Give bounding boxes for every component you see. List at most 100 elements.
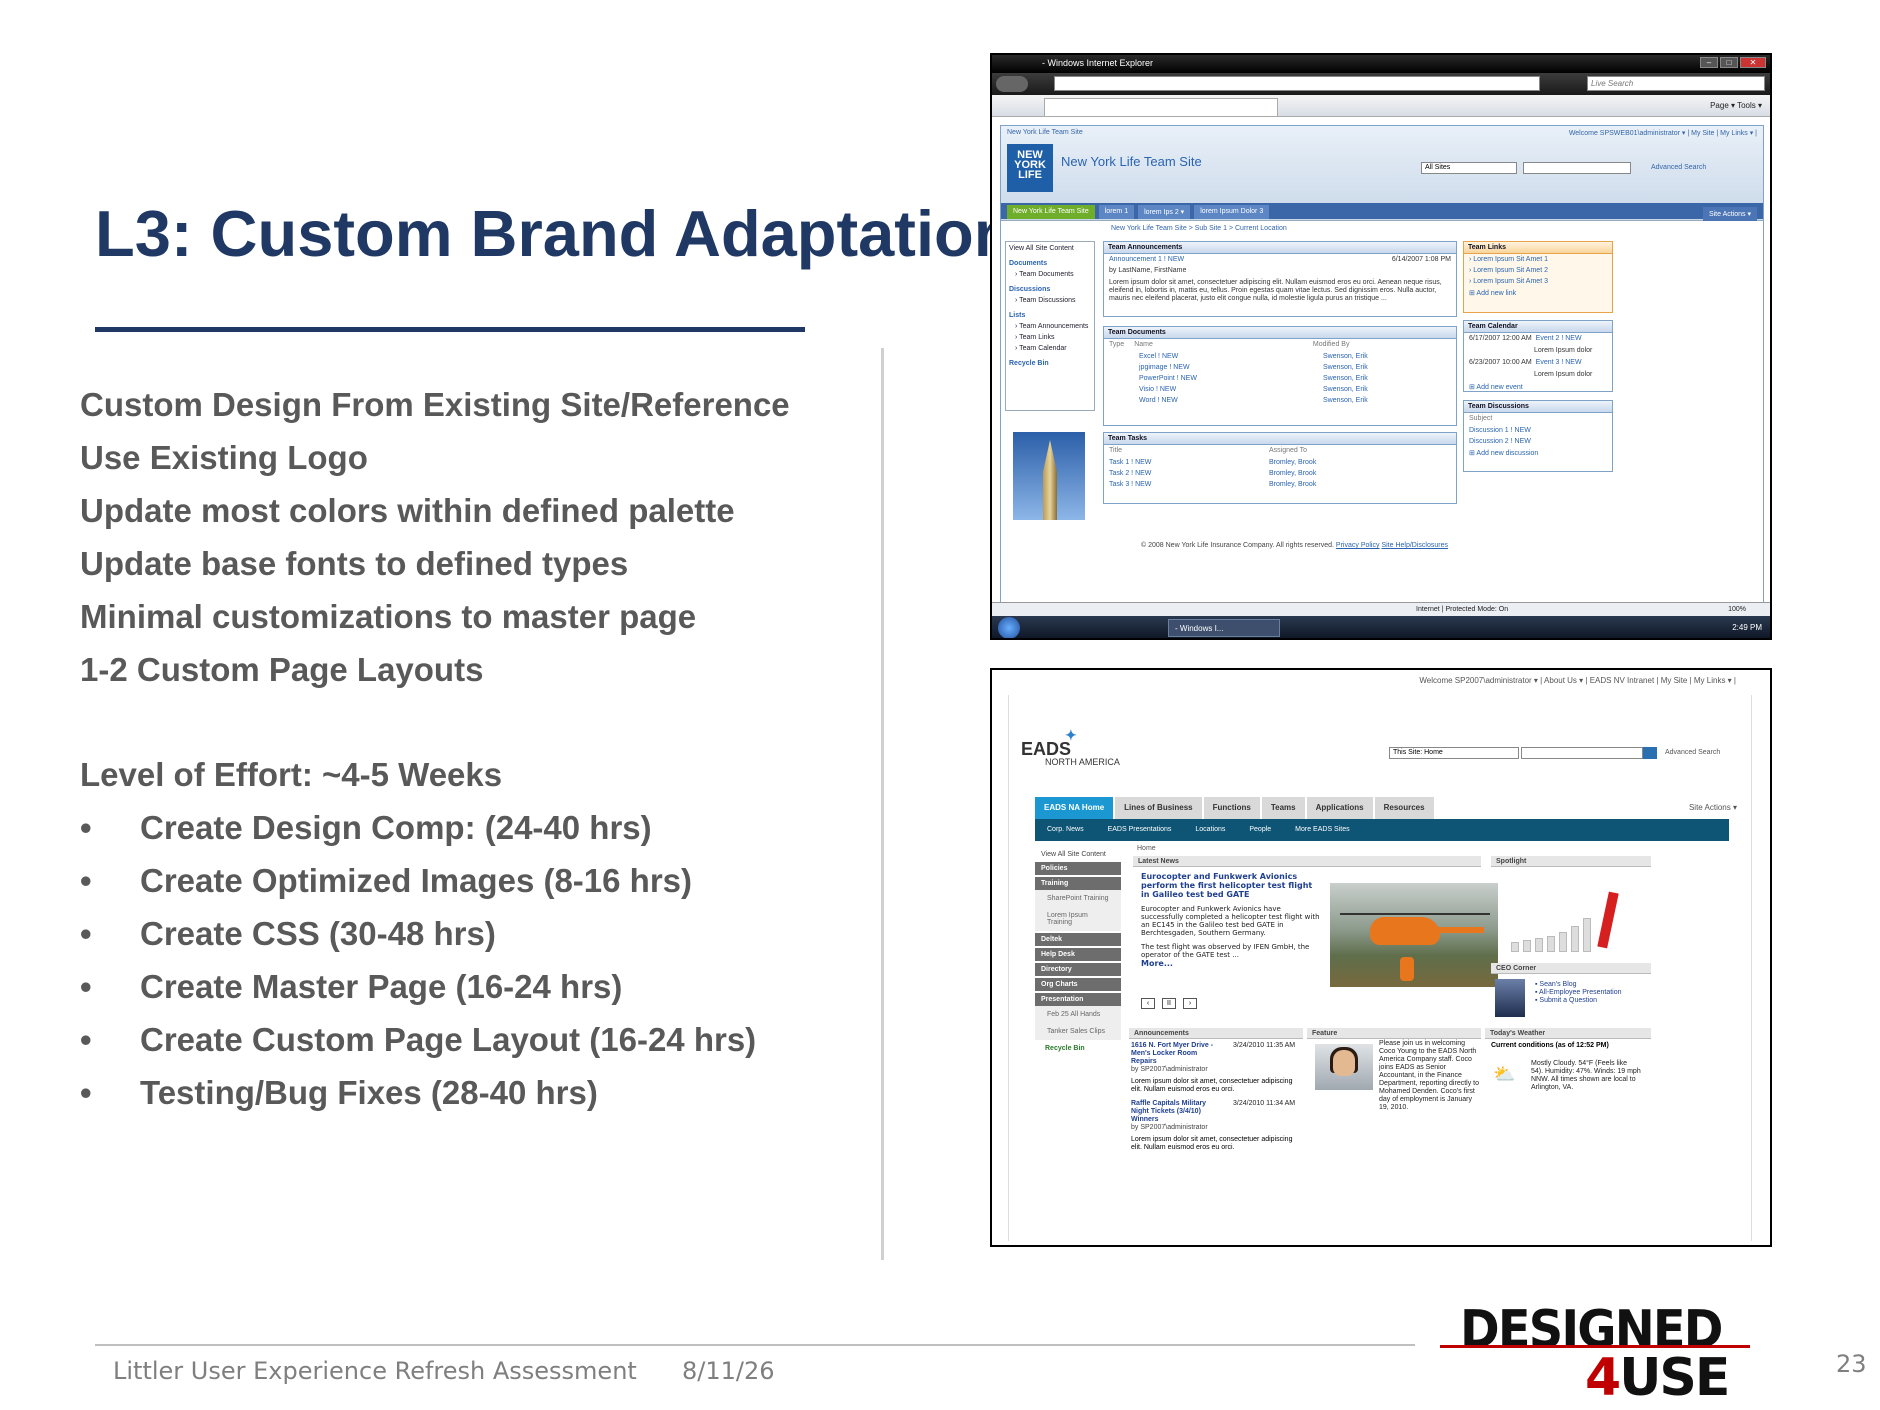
task-assignee[interactable]: Bromley, Brook [1269, 470, 1316, 477]
nav-tab[interactable]: lorem Ipsum Dolor 3 [1194, 205, 1270, 219]
subnav-link[interactable]: Locations [1183, 819, 1237, 841]
maximize-icon[interactable]: □ [1720, 57, 1738, 68]
start-icon[interactable] [998, 617, 1020, 638]
nav-group[interactable]: Presentation [1035, 993, 1121, 1006]
tab[interactable]: Resources [1374, 797, 1434, 819]
advanced-search-link[interactable]: Advanced Search [1651, 164, 1706, 171]
privacy-link[interactable]: Privacy Policy [1336, 542, 1380, 549]
task-link[interactable]: Task 3 ! NEW [1109, 481, 1269, 488]
event-link[interactable]: Event 2 ! NEW [1536, 335, 1582, 343]
recycle-bin-link[interactable]: Recycle Bin [1009, 360, 1091, 367]
close-icon[interactable]: ✕ [1740, 57, 1766, 68]
prev-icon[interactable]: ‹ [1141, 998, 1155, 1009]
ceo-link[interactable]: ▪ Submit a Question [1535, 997, 1622, 1005]
team-link[interactable]: › Lorem Ipsum Sit Amet 1 [1464, 254, 1612, 265]
recycle-bin-link[interactable]: Recycle Bin [1035, 1040, 1121, 1057]
col-modified[interactable]: Modified By [1313, 341, 1350, 349]
taskbar-ie-button[interactable]: - Windows I... [1168, 619, 1280, 637]
doc-modified[interactable]: Swenson, Erik [1323, 364, 1368, 371]
team-link[interactable]: › Lorem Ipsum Sit Amet 3 [1464, 276, 1612, 287]
task-link[interactable]: Task 2 ! NEW [1109, 470, 1269, 477]
search-go-icon[interactable] [1643, 747, 1657, 759]
pause-icon[interactable]: II [1162, 998, 1176, 1009]
ceo-link[interactable]: ▪ Sean's Blog [1535, 981, 1622, 989]
doc-link[interactable]: PowerPoint ! NEW [1109, 375, 1323, 382]
site-actions-menu[interactable]: Site Actions ▾ [1689, 803, 1737, 812]
nav-tab[interactable]: New York Life Team Site [1007, 205, 1095, 219]
nav-group[interactable]: Training [1035, 877, 1121, 890]
nav-item[interactable]: Feb 25 All Hands [1035, 1006, 1121, 1023]
eads-top-links[interactable]: Welcome SP2007\administrator ▾ | About U… [1419, 676, 1736, 685]
breadcrumb[interactable]: Home [1137, 845, 1156, 852]
nav-item[interactable]: Lorem Ipsum Training [1035, 907, 1121, 931]
site-actions-menu[interactable]: Site Actions ▾ [1702, 207, 1757, 221]
help-link[interactable]: Site Help/Disclosures [1381, 542, 1448, 549]
ceo-link[interactable]: ▪ All-Employee Presentation [1535, 989, 1622, 997]
scope-select[interactable]: All Sites [1421, 162, 1517, 174]
nav-item[interactable]: SharePoint Training [1035, 890, 1121, 907]
ql-item[interactable]: › Team Links [1009, 334, 1091, 341]
nav-item[interactable]: Tanker Sales Clips [1035, 1023, 1121, 1040]
nav-group[interactable]: Deltek [1035, 933, 1121, 946]
discussion-link[interactable]: Discussion 1 ! NEW [1464, 425, 1612, 436]
address-input[interactable] [1054, 76, 1540, 91]
announcement-link[interactable]: Announcement 1 ! NEW [1109, 256, 1184, 263]
search-input[interactable] [1521, 747, 1643, 759]
nav-group[interactable]: Policies [1035, 862, 1121, 875]
view-all-link[interactable]: View All Site Content [1035, 849, 1121, 860]
scope-select[interactable]: This Site: Home [1389, 747, 1519, 759]
tab[interactable]: EADS NA Home [1035, 797, 1114, 819]
doc-link[interactable]: jpgimage ! NEW [1109, 364, 1323, 371]
ql-item[interactable]: › Team Discussions [1009, 297, 1091, 304]
subnav-link[interactable]: Corp. News [1035, 819, 1096, 841]
doc-link[interactable]: Word ! NEW [1109, 397, 1323, 404]
add-event[interactable]: ⊞ Add new event [1464, 381, 1612, 393]
add-discussion[interactable]: ⊞ Add new discussion [1464, 447, 1612, 459]
announcement-title[interactable]: 1616 N. Fort Myer Drive - Men's Locker R… [1131, 1042, 1215, 1066]
task-assignee[interactable]: Bromley, Brook [1269, 459, 1316, 466]
doc-modified[interactable]: Swenson, Erik [1323, 386, 1368, 393]
next-icon[interactable]: › [1183, 998, 1197, 1009]
sp-top-link[interactable]: New York Life Team Site [1007, 129, 1083, 136]
subnav-link[interactable]: People [1237, 819, 1283, 841]
live-search-input[interactable]: Live Search [1587, 76, 1765, 91]
discussion-link[interactable]: Discussion 2 ! NEW [1464, 436, 1612, 447]
browser-tab[interactable] [1044, 98, 1278, 116]
ql-item[interactable]: › Team Announcements [1009, 323, 1091, 330]
tab[interactable]: Functions [1203, 797, 1260, 819]
nav-group[interactable]: Help Desk [1035, 948, 1121, 961]
task-assignee[interactable]: Bromley, Brook [1269, 481, 1316, 488]
subnav-link[interactable]: More EADS Sites [1283, 819, 1361, 841]
ql-item[interactable]: › Team Calendar [1009, 345, 1091, 352]
add-link[interactable]: ⊞ Add new link [1464, 287, 1612, 299]
subnav-link[interactable]: EADS Presentations [1096, 819, 1184, 841]
ql-heading[interactable]: Documents [1009, 260, 1091, 267]
doc-modified[interactable]: Swenson, Erik [1323, 375, 1368, 382]
nav-tab[interactable]: lorem 1 [1098, 205, 1135, 219]
ql-heading[interactable]: Lists [1009, 312, 1091, 319]
ql-heading[interactable]: Discussions [1009, 286, 1091, 293]
tab[interactable]: Teams [1261, 797, 1305, 819]
more-link[interactable]: More... [1141, 959, 1321, 968]
announcement-title[interactable]: Raffle Capitals Military Night Tickets (… [1131, 1100, 1215, 1124]
sp-search-input[interactable] [1523, 162, 1631, 174]
doc-link[interactable]: Visio ! NEW [1109, 386, 1323, 393]
news-headline[interactable]: Eurocopter and Funkwerk Avionics perform… [1141, 872, 1321, 899]
advanced-search-link[interactable]: Advanced Search [1665, 749, 1720, 756]
ql-item[interactable]: › Team Documents [1009, 271, 1091, 278]
nav-tab[interactable]: lorem Ips 2 ▾ [1138, 205, 1191, 219]
nav-group[interactable]: Org Charts [1035, 978, 1121, 991]
tab[interactable]: Applications [1306, 797, 1373, 819]
task-link[interactable]: Task 1 ! NEW [1109, 459, 1269, 466]
tab[interactable]: Lines of Business [1115, 797, 1202, 819]
ie-tools-menu[interactable]: Page ▾ Tools ▾ [1710, 101, 1762, 110]
doc-modified[interactable]: Swenson, Erik [1323, 397, 1368, 404]
sp-welcome-menu[interactable]: Welcome SPSWEB01\administrator ▾ | My Si… [1569, 129, 1757, 137]
minimize-icon[interactable]: – [1700, 57, 1718, 68]
col-subject[interactable]: Subject [1464, 413, 1612, 425]
col-type[interactable]: Type [1109, 341, 1124, 349]
event-link[interactable]: Event 3 ! NEW [1536, 359, 1582, 367]
doc-modified[interactable]: Swenson, Erik [1323, 353, 1368, 360]
doc-link[interactable]: Excel ! NEW [1109, 353, 1323, 360]
back-forward-icon[interactable] [996, 76, 1028, 92]
